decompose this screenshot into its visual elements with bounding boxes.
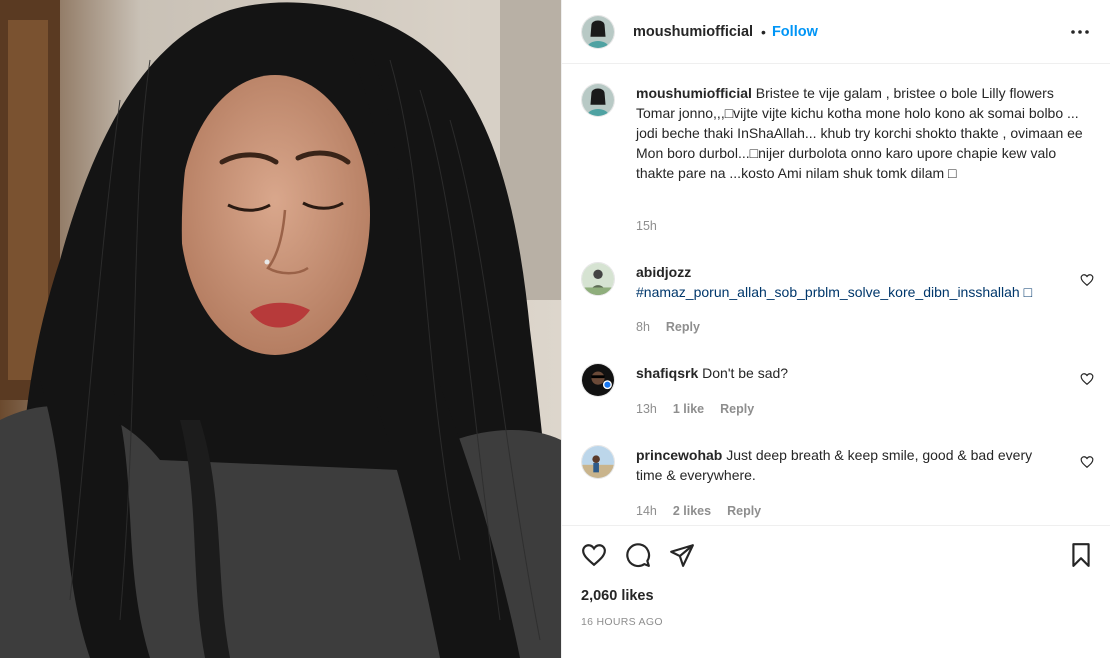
comment-meta: 13h 1 like Reply [636,402,754,416]
comment-body: Don't be sad? [702,365,789,381]
comment-time: 13h [636,402,657,416]
comment-item: princewohab Just deep breath & keep smil… [581,445,1094,525]
comment-item: abidjozz #namaz_porun_allah_sob_prblm_sol… [581,262,1094,342]
post-panel: moushumiofficial • Follow moushumioffici… [561,0,1110,658]
author-username[interactable]: moushumiofficial [633,24,753,40]
likes-link[interactable]: 2 likes [673,504,711,518]
comment-username[interactable]: princewohab [636,447,722,463]
post-header: moushumiofficial • Follow [562,0,1110,64]
post-actions: 2,060 likes 16 HOURS AGO [562,525,1110,658]
likes-link[interactable]: 1 like [673,402,704,416]
comment-time: 8h [636,320,650,334]
comment-time: 14h [636,504,657,518]
comment-hashtag[interactable]: #namaz_porun_allah_sob_prblm_solve_kore_… [636,284,1032,300]
comment-meta: 8h Reply [636,320,700,334]
caption-avatar[interactable] [581,83,615,117]
comment-text: princewohab Just deep breath & keep smil… [636,445,1054,485]
comment-avatar[interactable] [581,445,615,479]
author-avatar[interactable] [581,14,615,49]
caption-text: moushumiofficial Bristee te vije galam ,… [636,83,1094,183]
reply-button[interactable]: Reply [666,320,700,334]
post-image [0,0,561,658]
bookmark-icon[interactable] [1068,542,1094,568]
likes-count[interactable]: 2,060 likes [581,588,654,604]
more-options-icon[interactable] [1070,20,1090,44]
header-separator: • [761,23,766,40]
caption-time: 15h [636,219,657,233]
comment-text: abidjozz #namaz_porun_allah_sob_prblm_sol… [636,262,1054,302]
comment-item: shafiqsrk Don't be sad? 13h 1 like Reply [581,363,1094,423]
caption-meta: 15h [636,219,657,233]
comment-avatar[interactable] [581,262,615,296]
comment-username[interactable]: shafiqsrk [636,365,698,381]
heart-icon[interactable] [1080,372,1094,386]
comment-username[interactable]: abidjozz [636,264,691,280]
reply-button[interactable]: Reply [727,504,761,518]
caption-entry: moushumiofficial Bristee te vije galam ,… [581,83,1094,233]
share-icon[interactable] [669,542,695,568]
comment-meta: 14h 2 likes Reply [636,504,761,518]
comments-list[interactable]: moushumiofficial Bristee te vije galam ,… [562,65,1110,525]
caption-username[interactable]: moushumiofficial [636,85,752,101]
heart-icon[interactable] [1080,273,1094,287]
follow-button[interactable]: Follow [772,24,818,40]
comment-icon[interactable] [625,542,651,568]
reply-button[interactable]: Reply [720,402,754,416]
post-photo[interactable] [0,0,561,658]
heart-icon[interactable] [1080,455,1094,469]
heart-icon[interactable] [581,542,607,568]
comment-avatar[interactable] [581,363,615,397]
comment-text: shafiqsrk Don't be sad? [636,363,1054,383]
post-timestamp: 16 HOURS AGO [581,616,663,628]
